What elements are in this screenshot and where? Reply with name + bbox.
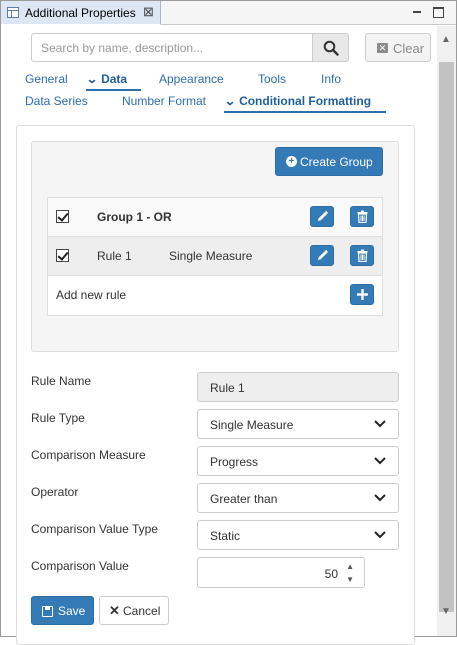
delete-group-button[interactable]	[350, 206, 374, 227]
search-button[interactable]	[312, 33, 349, 62]
chevron-down-icon: ⌄	[223, 94, 237, 108]
rule-name-value: Rule 1	[210, 381, 245, 395]
plus-circle-icon: +	[286, 156, 297, 167]
rule-name-field[interactable]: Rule 1	[197, 372, 399, 402]
spinner-down-icon[interactable]: ▼	[346, 575, 354, 584]
properties-window: Additional Properties ⊠ ✕ Clear General …	[0, 0, 457, 645]
rules-list: Group 1 - OR Rule 1 Single Measure Add n…	[47, 197, 383, 316]
scroll-thumb[interactable]	[439, 62, 454, 612]
tab-conditional-formatting-label: Conditional Formatting	[239, 94, 372, 108]
chevron-down-icon	[374, 531, 386, 539]
comparison-value-type-value: Static	[210, 529, 241, 543]
rule-name: Rule 1	[97, 249, 132, 263]
comparison-measure-select[interactable]: Progress	[197, 446, 399, 476]
group-row[interactable]: Group 1 - OR	[48, 198, 382, 237]
chevron-down-icon	[374, 457, 386, 465]
spinner-up-icon[interactable]: ▲	[346, 562, 354, 571]
tab-appearance[interactable]: Appearance	[159, 72, 224, 86]
rule-row[interactable]: Rule 1 Single Measure	[48, 237, 382, 276]
search-input[interactable]	[31, 33, 313, 62]
operator-select[interactable]: Greater than	[197, 483, 399, 513]
group-name: Group 1 - OR	[97, 210, 172, 224]
rule-checkbox[interactable]	[56, 249, 69, 262]
title-bar: Additional Properties ⊠	[1, 1, 456, 25]
rule-type-value: Single Measure	[210, 418, 294, 432]
scroll-down-icon[interactable]: ▼	[441, 606, 451, 617]
chevron-down-icon	[374, 420, 386, 428]
tab-conditional-formatting-underline	[224, 111, 386, 113]
view-tab-title: Additional Properties	[25, 6, 136, 20]
scroll-up-icon[interactable]: ▲	[441, 34, 451, 45]
vertical-scrollbar[interactable]: ▲ ▼	[437, 26, 456, 636]
chevron-down-icon	[374, 494, 386, 502]
clear-button[interactable]: ✕ Clear	[365, 33, 431, 62]
create-group-label: Create Group	[300, 155, 373, 169]
trash-icon	[357, 210, 368, 223]
chevron-down-icon: ⌄	[85, 72, 99, 86]
comparison-value-type-select[interactable]: Static	[197, 520, 399, 550]
tab-number-format[interactable]: Number Format	[122, 94, 206, 108]
edit-rule-button[interactable]	[310, 245, 334, 266]
pencil-icon	[318, 210, 329, 221]
minimize-icon[interactable]	[411, 6, 423, 18]
rule-type-select[interactable]: Single Measure	[197, 409, 399, 439]
trash-icon	[357, 249, 368, 262]
close-icon[interactable]: ⊠	[143, 4, 154, 20]
tab-conditional-formatting[interactable]: ⌄ Conditional Formatting	[223, 94, 372, 108]
clear-icon: ✕	[377, 43, 388, 53]
table-icon	[7, 7, 19, 18]
comparison-measure-value: Progress	[210, 455, 259, 469]
save-icon	[42, 606, 53, 617]
save-button[interactable]: Save	[31, 596, 94, 625]
tab-data-label: Data	[101, 72, 128, 86]
save-button-label: Save	[58, 604, 86, 618]
operator-label: Operator	[31, 485, 79, 499]
tab-info[interactable]: Info	[321, 72, 341, 86]
view-tab[interactable]: Additional Properties ⊠	[1, 1, 161, 25]
plus-icon	[357, 289, 368, 300]
delete-rule-button[interactable]	[350, 245, 374, 266]
comparison-value-input[interactable]: 50 ▲ ▼	[197, 557, 365, 588]
group-checkbox[interactable]	[56, 210, 69, 223]
rule-type: Single Measure	[169, 249, 253, 263]
pencil-icon	[318, 249, 329, 260]
tab-general[interactable]: General	[25, 72, 68, 86]
tab-data-series[interactable]: Data Series	[25, 94, 88, 108]
comparison-value-type-label: Comparison Value Type	[31, 522, 158, 536]
tab-tools[interactable]: Tools	[258, 72, 286, 86]
tab-data-underline	[86, 89, 141, 91]
rule-type-label: Rule Type	[31, 411, 85, 425]
cancel-button-label: Cancel	[123, 604, 161, 618]
rule-name-label: Rule Name	[31, 374, 92, 388]
search-icon	[323, 40, 339, 56]
create-group-button[interactable]: + Create Group	[275, 147, 383, 176]
add-rule-label: Add new rule	[56, 288, 127, 302]
operator-value: Greater than	[210, 492, 278, 506]
cancel-button[interactable]: ✕ Cancel	[99, 596, 169, 625]
comparison-value-value: 50	[324, 567, 338, 581]
edit-group-button[interactable]	[310, 206, 334, 227]
add-rule-button[interactable]	[350, 284, 374, 305]
comparison-value-label: Comparison Value	[31, 559, 129, 573]
clear-button-label: Clear	[393, 41, 425, 56]
add-rule-row: Add new rule	[48, 276, 382, 315]
tab-data[interactable]: ⌄ Data	[85, 72, 128, 86]
maximize-icon[interactable]	[433, 7, 444, 18]
times-icon: ✕	[109, 603, 120, 618]
comparison-measure-label: Comparison Measure	[31, 448, 146, 462]
